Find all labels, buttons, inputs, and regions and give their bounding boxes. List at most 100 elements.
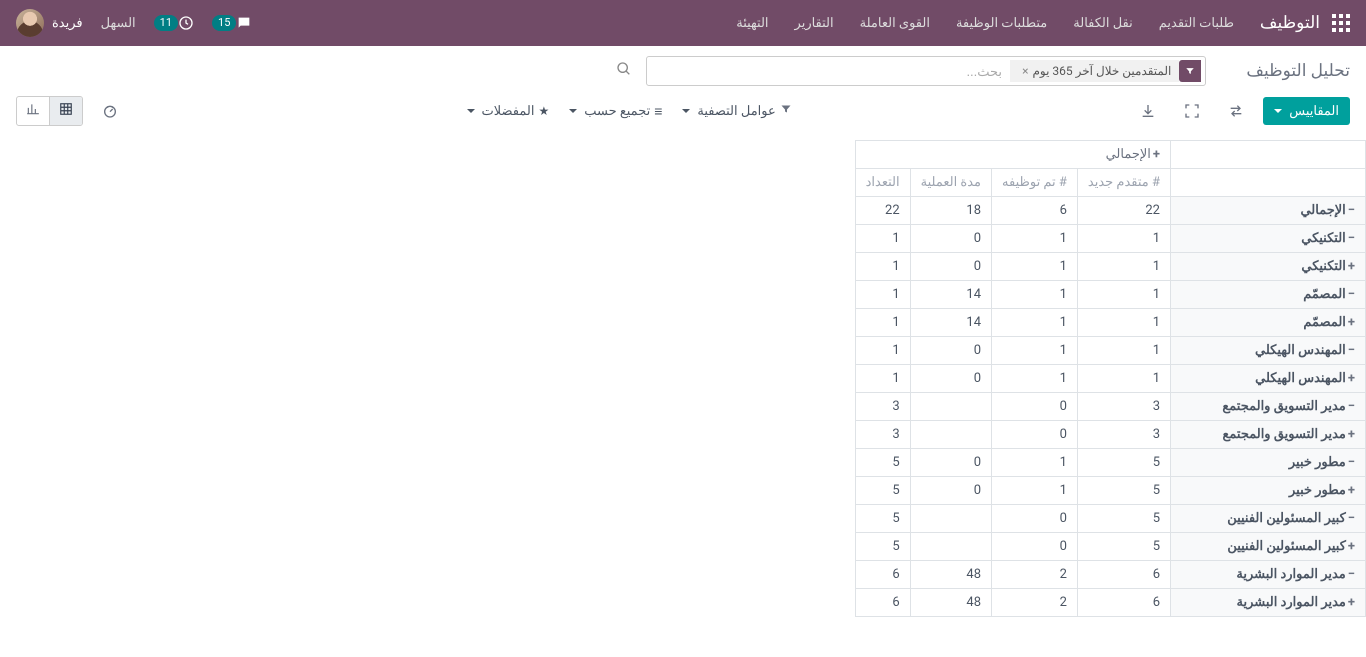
pivot-cell: 2 (992, 561, 1078, 589)
pivot-row-header[interactable]: +مطور خبير (1171, 477, 1366, 505)
chat-badge: 15 (212, 15, 236, 31)
pivot-cell: 2 (992, 589, 1078, 617)
pivot-row-header[interactable]: +التكنيكي (1171, 253, 1366, 281)
star-icon (538, 104, 549, 119)
pivot-cell: 1 (992, 365, 1078, 393)
center-filter-toolbar: عوامل التصفية تجميع حسب المفضلات (467, 103, 792, 120)
metric-header[interactable]: التعداد (855, 169, 910, 197)
download-button[interactable] (1131, 97, 1165, 125)
pivot-row-header[interactable]: −مدير التسويق والمجتمع (1171, 393, 1366, 421)
pivot-cell: 1 (992, 477, 1078, 505)
pivot-cell: 3 (1077, 421, 1170, 449)
pivot-cell: 1 (1077, 309, 1170, 337)
search-box[interactable]: المتقدمين خلال آخر 365 يوم × (646, 56, 1206, 86)
pivot-cell: 1 (855, 253, 910, 281)
nav-config[interactable]: التهيئة (736, 16, 768, 31)
facet-remove[interactable]: × (1018, 64, 1032, 78)
pivot-cell: 1 (855, 309, 910, 337)
pivot-row-header[interactable]: −المصمّم (1171, 281, 1366, 309)
pivot-cell: 0 (910, 449, 991, 477)
nav-job-requirements[interactable]: متطلبات الوظيفة (956, 16, 1047, 31)
pivot-cell: 48 (910, 589, 991, 617)
nav-sponsorship[interactable]: نقل الكفالة (1073, 16, 1132, 31)
view-switcher (16, 96, 83, 126)
nav-reports[interactable]: التقارير (795, 16, 834, 31)
messaging-menu[interactable]: 15 (212, 15, 252, 31)
search-input[interactable] (651, 58, 1010, 84)
pivot-row-total[interactable]: −الإجمالي (1171, 197, 1366, 225)
search-area: المتقدمين خلال آخر 365 يوم × (16, 56, 1206, 86)
pivot-cell: 0 (910, 253, 991, 281)
pivot-cell: 1 (855, 225, 910, 253)
pivot-cell: 0 (910, 477, 991, 505)
dashboard-view-button[interactable] (93, 97, 127, 125)
pivot-cell: 5 (1077, 449, 1170, 477)
pivot-cell: 1 (992, 253, 1078, 281)
plus-icon: + (1348, 595, 1355, 610)
nav-workforce[interactable]: القوى العاملة (860, 16, 930, 31)
pivot-row-header[interactable]: +المصمّم (1171, 309, 1366, 337)
pivot-cell: 6 (1077, 561, 1170, 589)
metric-header[interactable]: # متقدم جديد (1077, 169, 1170, 197)
pivot-cell: 5 (855, 477, 910, 505)
apps-icon[interactable] (1332, 14, 1350, 32)
user-name: فريدة (52, 16, 83, 31)
pivot-cell: 1 (1077, 253, 1170, 281)
pivot-cell: 0 (910, 225, 991, 253)
pivot-row-header[interactable]: +مدير التسويق والمجتمع (1171, 421, 1366, 449)
pivot-row-header[interactable]: −المهندس الهيكلي (1171, 337, 1366, 365)
top-navbar: التوظيف طلبات التقديم نقل الكفالة متطلبا… (0, 0, 1366, 46)
pivot-cell: 0 (992, 533, 1078, 561)
pivot-cell: 6 (992, 197, 1078, 225)
minus-icon: − (1348, 567, 1355, 582)
pivot-cell: 5 (1077, 533, 1170, 561)
pivot-row-header[interactable]: −كبير المسئولين الفنيين (1171, 505, 1366, 533)
metric-header[interactable]: مدة العملية (910, 169, 991, 197)
pivot-cell: 1 (1077, 225, 1170, 253)
pivot-cell: 0 (992, 505, 1078, 533)
pivot-view-button[interactable] (49, 97, 82, 125)
flip-axis-button[interactable] (1219, 97, 1253, 125)
pivot-cell: 1 (855, 337, 910, 365)
filters-dropdown[interactable]: عوامل التصفية (682, 103, 791, 119)
measures-button[interactable]: المقاييس (1263, 97, 1350, 125)
plus-icon: + (1348, 427, 1355, 442)
groupby-dropdown[interactable]: تجميع حسب (569, 103, 662, 120)
pivot-cell: 48 (910, 561, 991, 589)
app-brand[interactable]: التوظيف (1260, 13, 1320, 33)
expand-all-button[interactable] (1175, 97, 1209, 125)
activities-menu[interactable]: 11 (154, 15, 194, 31)
pivot-cell: 5 (855, 449, 910, 477)
pivot-cell: 5 (855, 505, 910, 533)
pivot-cell: 0 (992, 393, 1078, 421)
search-icon[interactable] (610, 57, 638, 85)
metric-header[interactable]: # تم توظيفه (992, 169, 1078, 197)
pivot-cell: 1 (855, 281, 910, 309)
favorites-dropdown[interactable]: المفضلات (467, 104, 550, 119)
chat-icon (236, 15, 252, 31)
pivot-cell: 22 (1077, 197, 1170, 225)
toolbar-row: المقاييس عوامل التصفية تجميع حسب المفضلا… (0, 92, 1366, 136)
pivot-col-total-header[interactable]: +الإجمالي (855, 141, 1170, 169)
pivot-row-header[interactable]: −مدير الموارد البشرية (1171, 561, 1366, 589)
pivot-wrap: +الإجمالي # متقدم جديد# تم توظيفهمدة الع… (0, 140, 1366, 641)
pivot-cell: 5 (1077, 477, 1170, 505)
pivot-cell: 0 (910, 365, 991, 393)
filter-facet-icon (1179, 60, 1201, 82)
nav-applications[interactable]: طلبات التقديم (1159, 16, 1234, 31)
pivot-row-header[interactable]: −مطور خبير (1171, 449, 1366, 477)
pivot-row-header[interactable]: +مدير الموارد البشرية (1171, 589, 1366, 617)
funnel-icon (780, 103, 792, 119)
plus-icon: + (1348, 259, 1355, 274)
minus-icon: − (1348, 287, 1355, 302)
plus-icon: + (1153, 147, 1160, 162)
pivot-cell: 5 (855, 533, 910, 561)
pivot-cell: 1 (992, 225, 1078, 253)
easy-mode-link[interactable]: السهل (101, 16, 136, 31)
graph-view-button[interactable] (17, 97, 49, 125)
pivot-row-header[interactable]: +المهندس الهيكلي (1171, 365, 1366, 393)
user-menu[interactable]: فريدة (16, 9, 83, 37)
pivot-cell: 18 (910, 197, 991, 225)
pivot-row-header[interactable]: +كبير المسئولين الفنيين (1171, 533, 1366, 561)
pivot-row-header[interactable]: −التكنيكي (1171, 225, 1366, 253)
